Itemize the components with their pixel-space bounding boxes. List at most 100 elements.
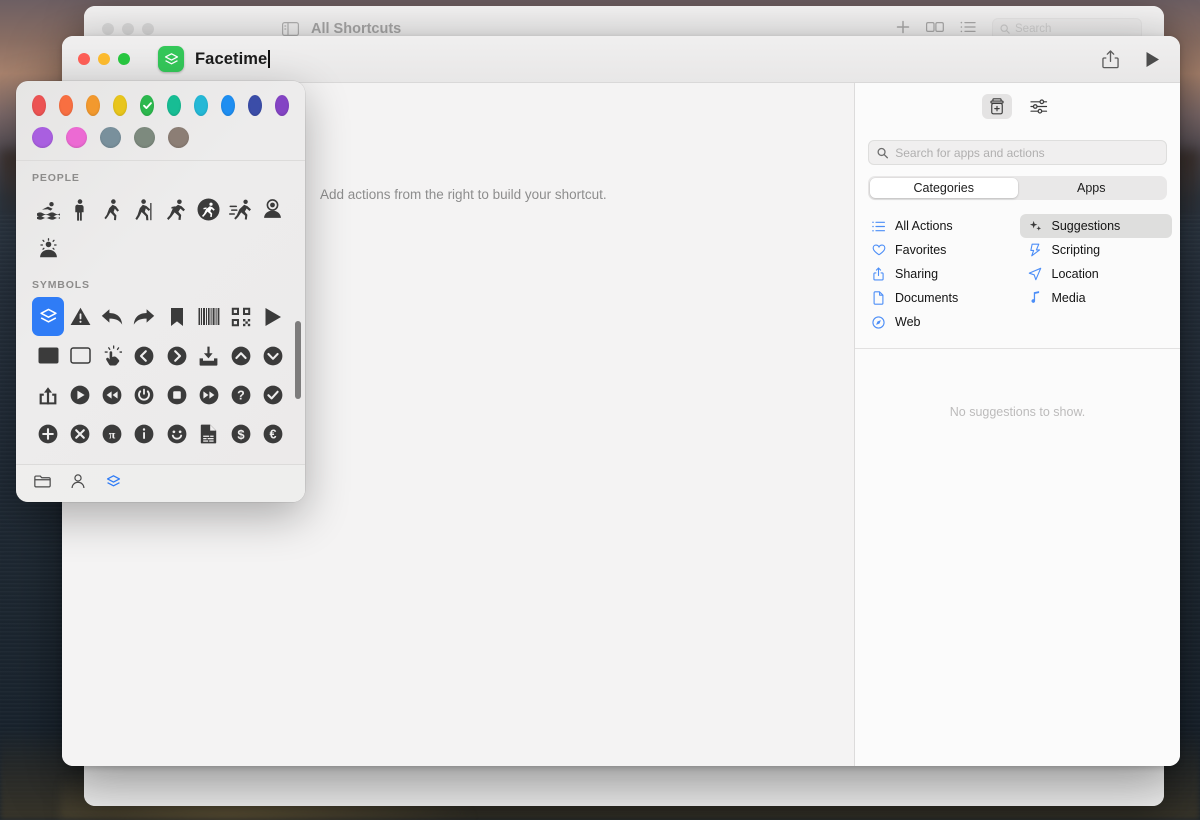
editor-toolbar[interactable] [1102,36,1160,83]
category-label: Media [1052,291,1086,305]
back-circle-icon[interactable] [128,336,160,375]
category-item-favorites[interactable]: Favorites [863,238,1016,262]
color-purple[interactable] [275,95,289,116]
forward-arrow-icon[interactable] [128,297,160,336]
play-triangle-icon[interactable] [257,297,289,336]
smiley-circle-icon[interactable] [161,414,193,453]
color-taupe[interactable] [168,127,189,148]
play-circle-icon[interactable] [64,375,96,414]
shortcuts-icon[interactable] [105,473,122,495]
color-navy[interactable] [248,95,262,116]
category-item-sharing[interactable]: Sharing [863,262,1016,286]
action-library-tab[interactable] [982,94,1012,119]
person-camera-icon[interactable] [257,190,289,229]
category-item-location[interactable]: Location [1020,262,1173,286]
touch-gesture-icon[interactable] [96,336,128,375]
info-circle-icon[interactable] [128,414,160,453]
euro-circle-icon[interactable]: € [257,414,289,453]
download-tray-icon[interactable] [193,336,225,375]
share-box-icon[interactable] [32,375,64,414]
icon-scroll-area[interactable]: PEOPLE [16,161,305,464]
person-badge-icon[interactable] [32,229,64,268]
icon-picker-scrollbar[interactable] [295,321,301,399]
category-item-web[interactable]: Web [863,310,1016,334]
color-pink[interactable] [66,127,87,148]
person-running-fast-icon[interactable] [225,190,257,229]
maximize-button[interactable] [118,53,130,65]
bookmark-icon[interactable] [161,297,193,336]
swimmer-icon[interactable] [32,190,64,229]
color-blue[interactable] [221,95,235,116]
color-orange[interactable] [86,95,100,116]
checkmark-circle-icon[interactable] [257,375,289,414]
person-walking-icon[interactable] [96,190,128,229]
icon-picker-popover[interactable]: PEOPLE [16,81,305,502]
dollar-circle-icon[interactable]: $ [225,414,257,453]
color-cyan[interactable] [194,95,208,116]
back-minimize-button[interactable] [122,23,134,35]
category-item-media[interactable]: Media [1020,286,1173,310]
color-green[interactable] [140,95,154,116]
panel-tab-bar[interactable] [855,83,1180,130]
shortcut-details-tab[interactable] [1024,94,1054,119]
minimize-button[interactable] [98,53,110,65]
color-palette[interactable] [16,81,305,161]
run-button[interactable] [1145,51,1160,68]
folder-icon[interactable] [34,474,51,493]
search-input[interactable] [895,146,1158,160]
traffic-lights[interactable] [78,53,130,65]
fast-forward-circle-icon[interactable] [193,375,225,414]
category-item-documents[interactable]: Documents [863,286,1016,310]
people-icon-grid[interactable] [32,190,289,268]
person-icon[interactable] [71,474,85,494]
shortcut-name-field[interactable]: Facetime [195,50,270,69]
color-slate[interactable] [100,127,121,148]
chevron-up-circle-icon[interactable] [225,336,257,375]
color-row-2[interactable] [32,127,289,148]
color-yellow[interactable] [113,95,127,116]
x-circle-icon[interactable] [64,414,96,453]
chevron-down-circle-icon[interactable] [257,336,289,375]
pi-circle-icon[interactable]: π [96,414,128,453]
back-maximize-button[interactable] [142,23,154,35]
share-button[interactable] [1102,50,1119,69]
back-close-button[interactable] [102,23,114,35]
color-teal[interactable] [167,95,181,116]
outlined-square-icon[interactable] [64,336,96,375]
barcode-icon[interactable] [193,297,225,336]
power-circle-icon[interactable] [128,375,160,414]
filled-square-icon[interactable] [32,336,64,375]
question-circle-icon[interactable]: ? [225,375,257,414]
search-field[interactable] [868,140,1167,165]
color-orange-red[interactable] [59,95,73,116]
person-running-circle-icon[interactable] [193,190,225,229]
icon-picker-footer-tabs[interactable] [16,464,305,502]
category-item-all-actions[interactable]: All Actions [863,214,1016,238]
stop-circle-icon[interactable] [161,375,193,414]
forward-circle-icon[interactable] [161,336,193,375]
shortcut-icon-button[interactable] [158,46,184,72]
back-window-traffic-lights[interactable] [102,23,154,35]
shortcuts-icon[interactable] [32,297,64,336]
tab-categories[interactable]: Categories [870,178,1018,198]
sidebar-icon[interactable] [282,22,299,36]
panel-segmented-control[interactable]: Categories Apps [868,176,1167,200]
rewind-circle-icon[interactable] [96,375,128,414]
tab-apps[interactable]: Apps [1018,178,1166,198]
symbols-icon-grid[interactable]: ? [32,297,289,453]
document-text-icon[interactable] [193,414,225,453]
category-item-scripting[interactable]: Scripting [1020,238,1173,262]
close-button[interactable] [78,53,90,65]
color-sage[interactable] [134,127,155,148]
color-violet[interactable] [32,127,53,148]
person-hiking-icon[interactable] [128,190,160,229]
person-running-icon[interactable] [161,190,193,229]
color-row-1[interactable] [32,95,289,116]
warning-triangle-icon[interactable] [64,297,96,336]
person-standing-icon[interactable] [64,190,96,229]
reply-icon[interactable] [96,297,128,336]
qr-code-icon[interactable] [225,297,257,336]
category-item-suggestions[interactable]: Suggestions [1020,214,1173,238]
plus-circle-icon[interactable] [32,414,64,453]
color-red[interactable] [32,95,46,116]
